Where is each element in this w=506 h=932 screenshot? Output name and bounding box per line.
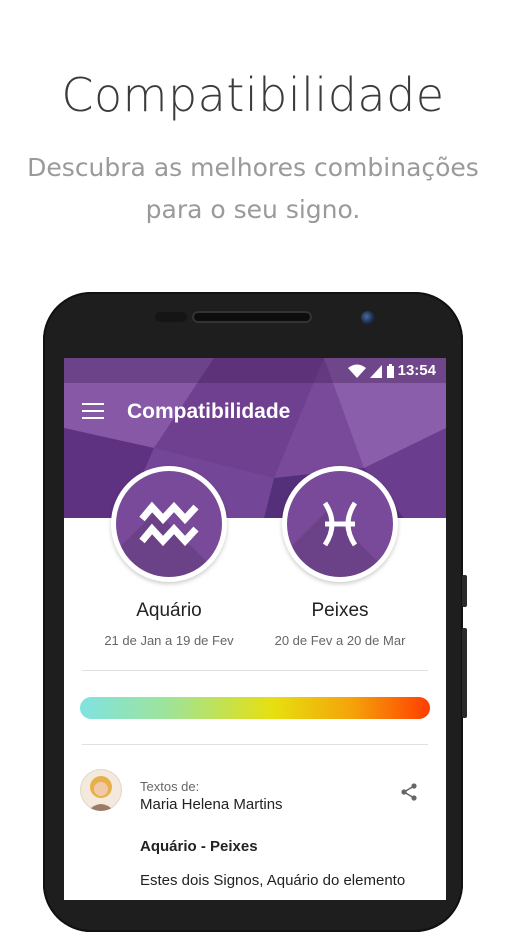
article-body: Estes dois Signos, Aquário do elemento [140, 872, 406, 889]
sensor [155, 312, 187, 322]
author-label: Textos de: [140, 779, 200, 794]
phone-screen: 13:54 Compatibilidade Aquário 21 de Jan … [64, 358, 446, 900]
author-name: Maria Helena Martins [140, 796, 283, 813]
pisces-icon [322, 501, 358, 547]
divider [82, 744, 428, 745]
status-time: 13:54 [397, 362, 436, 379]
app-bar-title: Compatibilidade [127, 400, 291, 423]
share-icon[interactable] [400, 783, 418, 801]
sign-aquarius-badge[interactable] [111, 466, 227, 582]
volume-button [462, 575, 467, 607]
sign-aquarius-name: Aquário [136, 600, 202, 621]
status-bar: 13:54 [64, 358, 446, 383]
promo-subline-line-2: para o seu signo. [145, 195, 361, 224]
compatibility-gradient-bar [80, 697, 430, 719]
wifi-icon [348, 364, 366, 378]
power-button [462, 628, 467, 718]
divider [82, 670, 428, 671]
sign-pisces-dates: 20 de Fev a 20 de Mar [274, 633, 406, 648]
menu-icon[interactable] [82, 403, 104, 419]
battery-icon [387, 364, 394, 378]
sign-pisces-name: Peixes [311, 600, 369, 621]
promo-subline-line-1: Descubra as melhores combinações [27, 153, 479, 182]
sign-pisces-badge[interactable] [282, 466, 398, 582]
earpiece-speaker [192, 311, 312, 323]
app-bar: Compatibilidade [64, 383, 446, 439]
promo-headline: Compatibilidade [61, 68, 445, 122]
article-title: Aquário - Peixes [140, 838, 258, 855]
front-camera [361, 311, 375, 325]
signal-icon [370, 365, 382, 378]
aquarius-icon [139, 501, 199, 547]
author-avatar [80, 769, 122, 811]
sign-aquarius-dates: 21 de Jan a 19 de Fev [104, 633, 234, 648]
promo-subline: Descubra as melhores combinações para o … [0, 147, 506, 231]
status-icons [348, 364, 394, 382]
